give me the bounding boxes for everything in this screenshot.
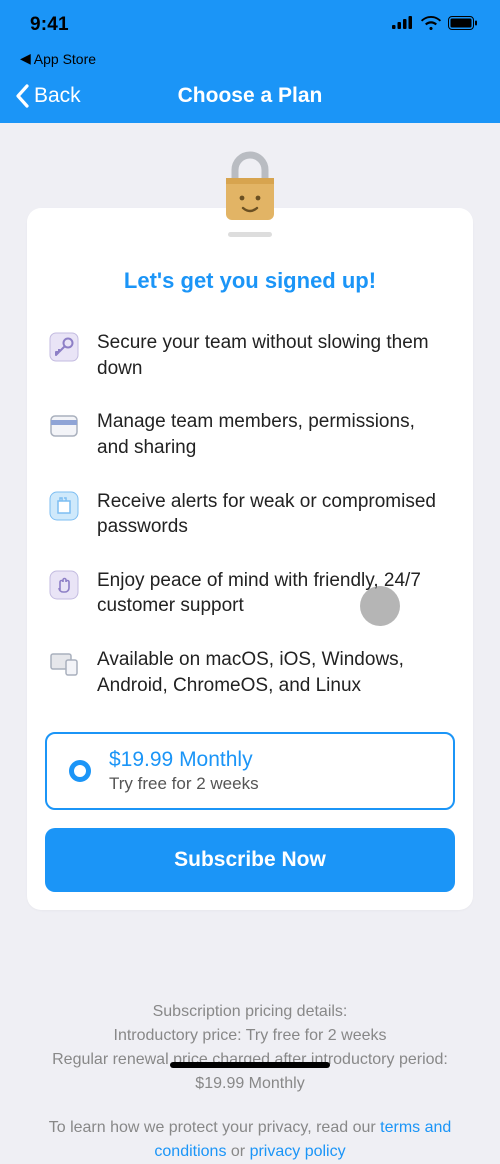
status-bar: 9:41: [0, 0, 500, 50]
wallet-icon: [49, 411, 79, 441]
breadcrumb-back-icon: ◀: [20, 50, 31, 67]
plan-option-monthly[interactable]: $19.99 Monthly Try free for 2 weeks: [45, 732, 455, 810]
radio-selected-icon: [69, 760, 91, 782]
legal-mid: or: [226, 1143, 249, 1160]
battery-icon: [448, 16, 478, 35]
feature-text: Secure your team without slowing them do…: [97, 330, 451, 381]
breadcrumb-label: App Store: [34, 51, 96, 67]
card-heading: Let's get you signed up!: [45, 268, 455, 294]
wifi-icon: [421, 16, 441, 35]
legal-pre: To learn how we protect your privacy, re…: [49, 1119, 380, 1136]
app-store-breadcrumb[interactable]: ◀ App Store: [0, 50, 500, 69]
feature-item: Receive alerts for weak or compromised p…: [49, 489, 451, 540]
feature-item: Manage team members, permissions, and sh…: [49, 409, 451, 460]
feature-text: Enjoy peace of mind with friendly, 24/7 …: [97, 568, 451, 619]
back-label: Back: [34, 84, 81, 108]
lock-illustration: [220, 150, 280, 237]
feature-item: Secure your team without slowing them do…: [49, 330, 451, 381]
nav-bar: Back Choose a Plan: [0, 69, 500, 123]
back-button[interactable]: Back: [14, 84, 81, 108]
feature-list: Secure your team without slowing them do…: [45, 330, 455, 698]
details-line: Regular renewal price charged after intr…: [40, 1048, 460, 1096]
feature-text: Manage team members, permissions, and sh…: [97, 409, 451, 460]
watchtower-icon: [49, 491, 79, 521]
details-line: Subscription pricing details:: [40, 1000, 460, 1024]
cellular-icon: [392, 16, 414, 34]
feature-item: Available on macOS, iOS, Windows, Androi…: [49, 647, 451, 698]
hand-icon: [49, 570, 79, 600]
feature-text: Available on macOS, iOS, Windows, Androi…: [97, 647, 451, 698]
subscribe-button[interactable]: Subscribe Now: [45, 828, 455, 892]
details-line: Introductory price: Try free for 2 weeks: [40, 1024, 460, 1048]
feature-item: Enjoy peace of mind with friendly, 24/7 …: [49, 568, 451, 619]
plan-price: $19.99 Monthly: [109, 748, 259, 772]
chevron-left-icon: [14, 84, 30, 108]
devices-icon: [49, 649, 79, 679]
home-indicator[interactable]: [170, 1062, 330, 1068]
status-time: 9:41: [30, 14, 69, 36]
legal-text: To learn how we protect your privacy, re…: [40, 1116, 460, 1164]
privacy-link[interactable]: privacy policy: [250, 1143, 346, 1160]
key-icon: [49, 332, 79, 362]
signup-card: Let's get you signed up! Secure your tea…: [27, 208, 473, 910]
pricing-details: Subscription pricing details: Introducto…: [40, 1000, 460, 1096]
plan-trial: Try free for 2 weeks: [109, 774, 259, 794]
feature-text: Receive alerts for weak or compromised p…: [97, 489, 451, 540]
status-indicators: [392, 16, 478, 35]
